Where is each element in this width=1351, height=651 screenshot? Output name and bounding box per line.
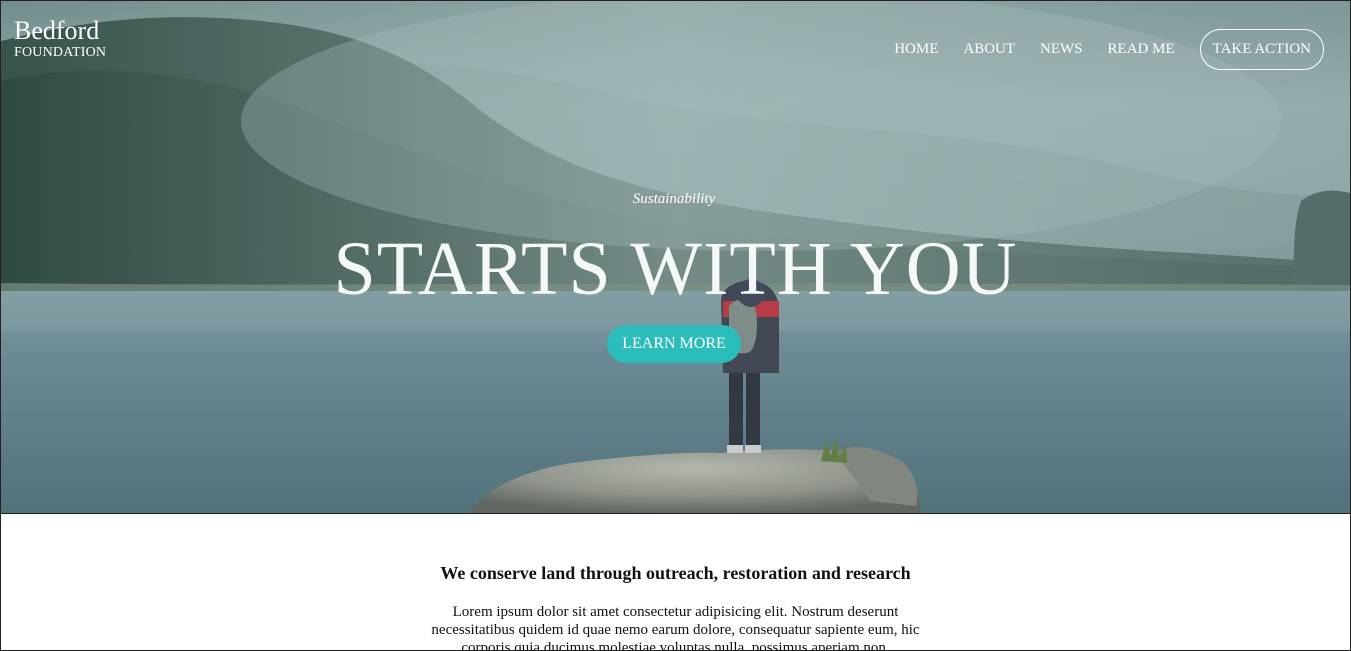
nav-link-home[interactable]: HOME (894, 41, 938, 58)
intro-title: We conserve land through outreach, resto… (440, 563, 911, 583)
brand-subtitle: FOUNDATION (14, 45, 107, 60)
intro-text: Lorem ipsum dolor sit amet consectetur a… (431, 604, 920, 651)
brand-name: Bedford (14, 16, 100, 45)
nav-link-read-me[interactable]: READ ME (1108, 41, 1175, 58)
hero-headline: STARTS WITH YOU (333, 227, 1018, 311)
intro-section: We conserve land through outreach, resto… (1, 563, 1350, 651)
hero-section: Bedford FOUNDATION HOME ABOUT NEWS READ … (1, 1, 1350, 514)
nav-link-about[interactable]: ABOUT (963, 41, 1015, 58)
hero-content: Sustainability STARTS WITH YOU LEARN MOR… (1, 191, 1350, 363)
hero-eyebrow: Sustainability (632, 191, 716, 207)
page: Bedford FOUNDATION HOME ABOUT NEWS READ … (0, 0, 1351, 651)
take-action-button[interactable]: TAKE ACTION (1199, 29, 1324, 70)
learn-more-button[interactable]: LEARN MORE (607, 325, 741, 363)
brand-logo[interactable]: Bedford FOUNDATION (14, 17, 106, 61)
main-nav: HOME ABOUT NEWS READ ME TAKE ACTION (894, 29, 1324, 70)
nav-link-news[interactable]: NEWS (1040, 41, 1083, 58)
